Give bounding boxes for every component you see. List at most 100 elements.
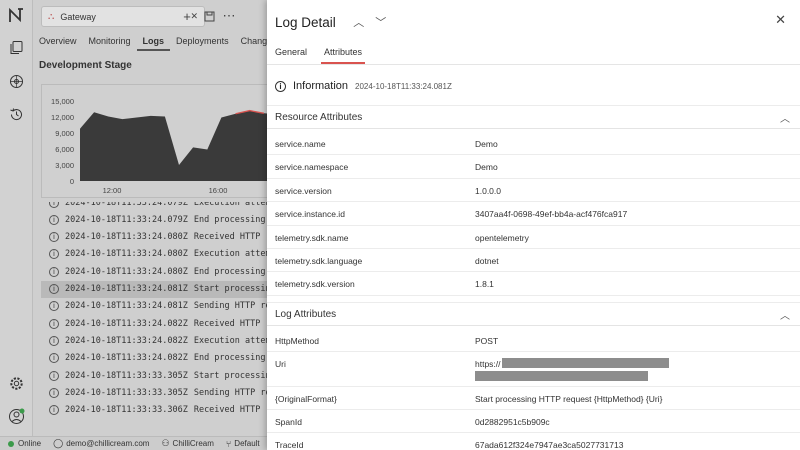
log-row-timestamp: 2024-10-18T11:33:24.081Z: [65, 284, 188, 294]
log-row[interactable]: i 2024-10-18T11:33:24.079Z End processing: [41, 211, 273, 228]
log-row[interactable]: i 2024-10-18T11:33:24.080Z End processing: [41, 263, 273, 280]
log-row-message: End processing: [193, 214, 266, 225]
log-row[interactable]: i 2024-10-18T11:33:24.080Z Received HTTP r…: [41, 229, 273, 246]
log-row[interactable]: i 2024-10-18T11:33:24.081Z Start processin…: [41, 280, 273, 298]
chevron-up-icon[interactable]: ︿: [352, 14, 366, 30]
attribute-key: service.name: [275, 139, 326, 149]
attribute-value: opentelemetry: [475, 232, 529, 243]
log-row-timestamp: 2024-10-18T11:33:24.081Z: [65, 301, 188, 312]
log-row-timestamp: 2024-10-18T11:33:33.305Z: [65, 370, 188, 381]
log-attribute-row: {OriginalFormat} Start processing HTTP re…: [267, 387, 800, 410]
y-tick-label: 15,000: [51, 97, 74, 106]
add-tab-button[interactable]: +: [179, 8, 195, 24]
info-icon: i: [49, 318, 59, 329]
severity-row: i Information 2024-10-18T11:33:24.081Z: [275, 80, 452, 92]
settings-icon[interactable]: [8, 375, 25, 392]
chevron-up-icon[interactable]: ︿: [780, 307, 800, 322]
drawer-tabs: General Attributes: [275, 44, 379, 64]
resource-attribute-row: service.namespace Demo: [267, 155, 800, 179]
info-icon: i: [49, 335, 59, 346]
log-row-message: Sending HTTP re: [193, 301, 271, 312]
tab-deployments[interactable]: Deployments: [170, 33, 235, 51]
attribute-value: 0d2882951c5b909c: [475, 417, 550, 427]
more-button[interactable]: ⋯: [221, 8, 237, 24]
chevron-down-icon[interactable]: ﹀: [374, 14, 388, 30]
org-status[interactable]: ⚇ ChilliCream: [161, 438, 213, 449]
log-row-timestamp: 2024-10-18T11:33:33.306Z: [65, 405, 188, 416]
log-row[interactable]: i 2024-10-18T11:33:33.305Z Start processin…: [41, 367, 273, 384]
resource-attributes-header[interactable]: Resource Attributes ︿: [267, 105, 800, 129]
info-icon: i: [49, 249, 59, 260]
attribute-value: https://: [475, 359, 501, 369]
account-icon[interactable]: [8, 408, 25, 425]
log-attributes-header[interactable]: Log Attributes ︿: [267, 302, 800, 326]
attribute-key: telemetry.sdk.version: [275, 279, 355, 290]
tab-logs[interactable]: Logs: [136, 33, 171, 51]
log-row-message: Start processing: [193, 370, 273, 381]
attribute-value: dotnet: [475, 256, 499, 266]
chevron-up-icon[interactable]: ︿: [780, 110, 800, 125]
attribute-key: telemetry.sdk.name: [275, 232, 349, 243]
log-row[interactable]: i 2024-10-18T11:33:24.082Z End processing: [41, 350, 273, 367]
api-icon: ⛬: [48, 11, 55, 21]
log-row[interactable]: i 2024-10-18T11:33:24.079Z Execution attem: [41, 202, 273, 211]
documents-icon[interactable]: [8, 39, 25, 56]
redacted-block: [502, 358, 669, 368]
tab-monitoring[interactable]: Monitoring: [83, 33, 137, 51]
logo-icon[interactable]: [8, 7, 25, 24]
log-row[interactable]: i 2024-10-18T11:33:24.082Z Received HTTP r…: [41, 315, 273, 332]
user-status[interactable]: ◯ demo@chillicream.com: [53, 438, 149, 449]
log-row[interactable]: i 2024-10-18T11:33:24.081Z Sending HTTP re: [41, 298, 273, 315]
log-row[interactable]: i 2024-10-18T11:33:33.305Z Sending HTTP re: [41, 384, 273, 401]
log-row-message: Received HTTP re: [193, 318, 273, 329]
graph-icon[interactable]: [8, 73, 25, 90]
log-attribute-row: SpanId 0d2882951c5b909c: [267, 410, 800, 433]
attribute-key: HttpMethod: [275, 336, 319, 346]
y-tick-label: 3,000: [55, 161, 74, 170]
log-attributes-title: Log Attributes: [275, 308, 337, 320]
info-icon: i: [49, 214, 59, 225]
log-row-timestamp: 2024-10-18T11:33:24.080Z: [65, 266, 188, 277]
attribute-value: Start processing HTTP request {HttpMetho…: [475, 394, 663, 404]
tab-overview[interactable]: Overview: [33, 33, 83, 51]
save-icon[interactable]: [201, 8, 217, 24]
env-name: Default: [234, 439, 260, 448]
y-tick-label: 12,000: [51, 113, 74, 122]
info-icon: i: [49, 284, 59, 294]
attribute-key: SpanId: [275, 417, 302, 427]
x-tick-label: 16:00: [209, 186, 228, 195]
close-icon[interactable]: ✕: [775, 12, 786, 28]
log-row-message: Execution attem: [193, 202, 271, 208]
log-row-message: Execution attem: [193, 335, 271, 346]
info-icon: i: [49, 232, 59, 243]
user-email: demo@chillicream.com: [66, 439, 150, 448]
history-icon[interactable]: [8, 106, 25, 123]
user-icon: ◯: [53, 438, 64, 448]
log-row[interactable]: i 2024-10-18T11:33:24.082Z Execution attem: [41, 332, 273, 349]
tab-general[interactable]: General: [275, 44, 307, 64]
online-dot-icon: [8, 440, 14, 447]
log-attribute-row: TraceId 67ada612f324e7947ae3ca5027731713: [267, 433, 800, 450]
tab-attributes[interactable]: Attributes: [321, 44, 366, 64]
drawer-title: Log Detail: [275, 14, 336, 30]
left-rail: [0, 0, 33, 436]
attribute-key: TraceId: [275, 440, 304, 450]
attribute-key: Uri: [275, 359, 286, 369]
log-row[interactable]: i 2024-10-18T11:33:24.080Z Execution attem: [41, 246, 273, 263]
log-row-timestamp: 2024-10-18T11:33:24.082Z: [65, 353, 188, 364]
attribute-value: Demo: [475, 139, 498, 149]
log-row-timestamp: 2024-10-18T11:33:24.080Z: [65, 249, 188, 260]
env-status[interactable]: ⑂ Default: [226, 439, 260, 449]
attribute-value: 1.8.1: [475, 279, 494, 290]
org-icon: ⚇: [161, 438, 170, 448]
log-row[interactable]: i 2024-10-18T11:33:33.306Z Received HTTP r…: [41, 402, 273, 419]
info-icon: i: [49, 202, 59, 208]
info-icon: i: [49, 387, 59, 398]
log-row-message: Received HTTP re: [193, 405, 273, 416]
resource-attribute-row: telemetry.sdk.language dotnet: [267, 249, 800, 273]
attribute-key: service.version: [275, 185, 332, 196]
y-tick-label: 9,000: [55, 129, 74, 138]
stage-title: Development Stage: [39, 60, 132, 71]
attribute-key: telemetry.sdk.language: [275, 256, 363, 266]
tab-label: Gateway: [60, 11, 96, 22]
